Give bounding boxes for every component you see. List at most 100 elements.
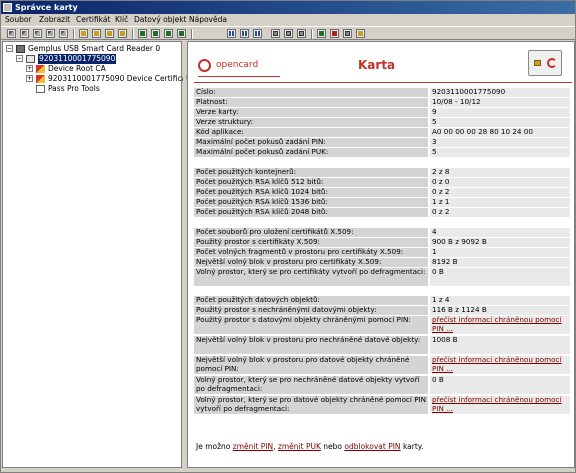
row-value: 2 z 8 [430,168,570,177]
tree-item-label: 9203110001775090 [38,54,117,64]
smart-card-icon [26,55,35,63]
header-divider [194,82,572,83]
unblock-pin-link[interactable]: odblokovat PIN [344,442,400,451]
chip-icon [534,60,541,66]
card-erase-icon[interactable] [33,29,42,38]
card-unlock-icon[interactable] [59,29,68,38]
key-generate-icon[interactable] [79,29,88,38]
toolbar-separator [191,29,193,39]
menu-certifikat[interactable]: Certifikát [76,14,110,26]
pane-splitter[interactable] [183,41,186,468]
tree-item-certificate[interactable]: + 9203110001775090 Device Certificate [26,74,194,84]
tree-item-card[interactable]: − 9203110001775090 [16,54,182,64]
row-label: Maximální počet pokusů zadání PIN: [194,138,428,147]
row-label: Verze struktury: [194,118,428,127]
row-value: 9203110001775090 [430,88,570,97]
data-delete-icon[interactable] [297,29,306,38]
data-view-icon[interactable] [284,29,293,38]
menu-zobrazit[interactable]: Zobrazit [39,14,70,26]
footer-suffix: karty. [402,442,424,451]
key-delete-icon[interactable] [118,29,127,38]
row-label: Největší volný blok v prostoru pro certi… [194,258,428,267]
row-label: Počet použitých kontejnerů: [194,168,428,177]
row-value: 0 z 2 [430,208,570,217]
read-pin-protected-link[interactable]: přečíst informaci chráněnou pomocí PIN .… [430,356,570,374]
row-value: 1 z 4 [430,296,570,305]
certificate-view-icon[interactable] [138,29,147,38]
app-icon [3,3,12,12]
read-pin-protected-link[interactable]: přečíst informaci chráněnou pomocí PIN .… [430,396,570,414]
certificate-delete-icon[interactable] [177,29,186,38]
expand-icon[interactable]: + [26,65,33,72]
card-read-icon[interactable] [7,29,16,38]
row-label: Volný prostor, který se pro nechráněné d… [194,376,428,394]
tree-item-label: Gemplus USB Smart Card Reader 0 [28,44,161,53]
row-label: Verze karty: [194,108,428,117]
print-icon[interactable] [343,29,352,38]
smart-card-image [528,50,562,76]
row-label: Použitý prostor s nechráněnými datovými … [194,306,428,315]
row-label: Kód aplikace: [194,128,428,137]
row-value: 5 [430,148,570,157]
key-import-icon[interactable] [92,29,101,38]
menu-bar: Soubor Zobrazit Certifikát Klíč Datový o… [1,14,575,26]
pin-actions-footer: Je možno změnit PIN, změnit PUK nebo odb… [196,442,424,452]
row-value: A0 00 00 00 28 80 10 24 00 [430,128,570,137]
card-lock-icon[interactable] [46,29,55,38]
menu-datovy-objekt[interactable]: Datový objekt [134,14,187,26]
card-tree[interactable]: − Gemplus USB Smart Card Reader 0 − 9203… [2,41,194,468]
title-bar: Správce karty [1,1,575,14]
row-value: 0 z 2 [430,188,570,197]
change-puk-link[interactable]: změnit PUK [278,442,321,451]
row-value: 10/08 - 10/12 [430,98,570,107]
collapse-icon[interactable]: − [6,45,13,52]
row-label: Počet použitých RSA klíčů 2048 bitů: [194,208,428,217]
menu-klic[interactable]: Klíč [115,14,128,26]
menu-napoveda[interactable]: Nápověda [189,14,227,26]
tree-item-reader[interactable]: − Gemplus USB Smart Card Reader 0 [6,44,182,54]
card-reader-icon [16,45,25,53]
change-pin-link[interactable]: změnit PIN [233,442,273,451]
row-label: Volný prostor, který se pro datové objek… [194,396,428,414]
row-value: 116 B z 1124 B [430,306,570,315]
row-label: Použitý prostor s certifikáty X.509: [194,238,428,247]
document-icon [36,85,45,93]
tree-item-document[interactable]: Pass Pro Tools [26,84,182,94]
footer-or: nebo [323,442,342,451]
certificate-import-icon[interactable] [151,29,160,38]
tree-item-certificate[interactable]: + Device Root CA [26,64,182,74]
tree-item-label: Pass Pro Tools [48,84,100,93]
data-import-icon[interactable] [240,29,249,38]
row-value: 1 [430,248,570,257]
row-value: 5 [430,118,570,127]
toolbar-separator [311,29,313,39]
row-label: Volný prostor, který se pro certifikáty … [194,268,428,286]
collapse-icon[interactable]: − [16,55,23,62]
certificate-icon [36,65,45,73]
print-preview-icon[interactable] [330,29,339,38]
search-icon[interactable] [356,29,365,38]
key-export-icon[interactable] [105,29,114,38]
toolbar [1,26,575,40]
data-object-icon[interactable] [227,29,236,38]
footer-separator: , [273,442,276,451]
row-value: 0 B [430,268,570,286]
window-title: Správce karty [15,3,78,12]
help-icon[interactable] [317,29,326,38]
read-pin-protected-link[interactable]: přečíst informaci chráněnou pomocí PIN .… [430,316,570,334]
toolbar-separator [132,29,134,39]
menu-soubor[interactable]: Soubor [5,14,32,26]
card-details-pane: opencard Karta Číslo: 9203110001775090 Pl… [187,41,575,468]
refresh-icon[interactable] [271,29,280,38]
expand-icon[interactable]: + [26,75,33,82]
row-value: 1 z 1 [430,198,570,207]
row-label: Počet souborů pro uložení certifikátů X.… [194,228,428,237]
row-label: Maximální počet pokusů zadání PUK: [194,148,428,157]
certificate-export-icon[interactable] [164,29,173,38]
data-export-icon[interactable] [253,29,262,38]
page-title: Karta [358,58,396,72]
row-value: 0 z 0 [430,178,570,187]
row-value: 3 [430,138,570,147]
row-label: Počet použitých RSA klíčů 1536 bitů: [194,198,428,207]
card-write-icon[interactable] [20,29,29,38]
